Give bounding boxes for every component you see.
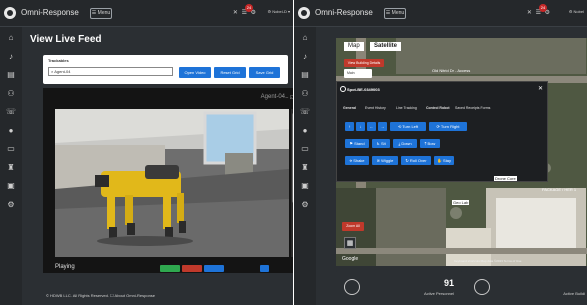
bell-icon[interactable]: ♪ — [6, 52, 16, 62]
personnel-label: Active Personnel — [423, 291, 454, 296]
lie-down-button[interactable]: ⤓ Down — [393, 139, 417, 148]
map-label-package: PACKAGE / HER 1 — [542, 187, 577, 192]
satellite-tab[interactable]: Satellite — [370, 42, 402, 51]
stand-button[interactable]: ⚑ Stand — [345, 139, 369, 148]
building-icon[interactable]: ♜ — [300, 163, 310, 173]
video-frame — [55, 109, 289, 257]
map-label-geo-lab: Geo Lab — [452, 200, 470, 205]
video-window: Agent-04 – ⊡ × Playing — [43, 88, 293, 273]
shake-button[interactable]: ⟡ Shake — [345, 156, 369, 165]
document-icon[interactable]: ▤ — [300, 70, 310, 80]
playback-status: Playing — [55, 264, 75, 270]
home-icon[interactable]: ⌂ — [6, 33, 16, 43]
user-menu[interactable]: ⚙ Nobel — [569, 9, 584, 14]
location-icon[interactable]: ● — [6, 126, 16, 136]
app-logo — [298, 7, 310, 19]
fullscreen-button[interactable] — [260, 265, 269, 272]
map-grid-icon[interactable]: ▦ — [344, 237, 356, 249]
tab-saved-receipts[interactable]: Saved Receipts Forms — [455, 106, 490, 110]
settings-icon[interactable]: ⚙ — [300, 200, 310, 210]
brand-name: Omni-Response — [21, 8, 79, 17]
map-label-street: Old Nitrid Dr - Access — [432, 68, 471, 73]
google-logo: Google — [342, 256, 359, 262]
video-window-controls[interactable]: – ⊡ × — [285, 95, 293, 101]
map-label-drone-core: Drone Core — [494, 176, 517, 181]
robot-icon — [340, 86, 346, 92]
truck-icon[interactable]: ▭ — [6, 144, 16, 154]
wiggle-button[interactable]: ≋ Wiggle — [372, 156, 398, 165]
map-attribution: Keyboard shortcuts Map data ©2023 Terms … — [454, 259, 522, 263]
dialog-title: Spot-BE-0349003 — [347, 87, 380, 92]
top-bar: Omni-Response ☰ Menu ✕ ☰ ⚙ 24 ⚙ Nobel — [294, 0, 587, 27]
tab-event-history[interactable]: Event History — [365, 106, 386, 110]
app-logo — [4, 7, 16, 19]
sit-button[interactable]: ♿ Sit — [372, 139, 390, 148]
turn-left-button[interactable]: ⟲ Turn Left — [390, 122, 426, 131]
brand-name: Omni-Response — [315, 8, 373, 17]
menu-button[interactable]: ☰ Menu — [90, 8, 112, 19]
map-tab[interactable]: Map — [344, 42, 364, 51]
stop-button[interactable] — [182, 265, 202, 272]
robot-icon[interactable]: ⚇ — [6, 89, 16, 99]
close-icon[interactable]: ✕ — [538, 85, 543, 92]
trackables-select[interactable]: × Agent-04 — [48, 67, 173, 76]
view-building-details-button[interactable]: View Building Details — [344, 59, 384, 67]
stay-button[interactable]: ✋ Stay — [434, 156, 454, 165]
person-icon — [344, 279, 360, 295]
sidebar: ⌂ ♪ ▤ ⚇ ☏ ● ▭ ♜ ▣ ⚙ — [294, 27, 316, 305]
scrollbar-thumb[interactable] — [292, 113, 293, 203]
open-video-button[interactable]: Open Video — [179, 67, 211, 78]
robot-icon[interactable]: ⚇ — [300, 89, 310, 99]
tab-general[interactable]: General — [343, 106, 356, 110]
roll-over-button[interactable]: ↻ Roll Over — [401, 156, 431, 165]
live-feed-pane: Omni-Response ☰ Menu ✕ ☰ ⚙ 24 ⚙ Nobel-D … — [0, 0, 293, 305]
tab-line-tracking[interactable]: Line Tracking — [396, 106, 417, 110]
menu-button[interactable]: ☰ Menu — [384, 8, 406, 19]
trackables-label: Trackables — [48, 58, 69, 63]
user-menu[interactable]: ⚙ Nobel-D ▾ — [268, 9, 291, 14]
clock-icon — [474, 279, 490, 295]
buildings-card: Active Buildi — [466, 270, 587, 305]
trackables-panel: Trackables × Agent-04 Open Video Reset G… — [43, 55, 288, 84]
personnel-card: 91 Active Personnel — [336, 270, 462, 305]
bow-button[interactable]: ⤒ Bow — [420, 139, 440, 148]
phone-icon[interactable]: ☏ — [300, 107, 310, 117]
personnel-count: 91 — [443, 278, 454, 288]
camera-icon[interactable]: ▣ — [6, 181, 16, 191]
settings-icon[interactable]: ⚙ — [6, 200, 16, 210]
play-button[interactable] — [160, 265, 180, 272]
notification-badge[interactable]: 24 — [539, 4, 547, 12]
up-button[interactable]: ↑ — [345, 122, 354, 131]
video-title: Agent-04 — [260, 94, 285, 100]
building-icon[interactable]: ♜ — [6, 163, 16, 173]
zoom-all-button[interactable]: Zoom All — [342, 222, 364, 231]
video-scrollbar[interactable] — [291, 109, 293, 257]
top-bar: Omni-Response ☰ Menu ✕ ☰ ⚙ 24 ⚙ Nobel-D … — [0, 0, 293, 27]
truck-icon[interactable]: ▭ — [300, 144, 310, 154]
map-pane: Omni-Response ☰ Menu ✕ ☰ ⚙ 24 ⚙ Nobel ⌂ … — [294, 0, 587, 305]
robot-control-dialog: Spot-BE-0349003 ✕ General Event History … — [336, 81, 548, 182]
building-select[interactable]: Main — [344, 69, 372, 78]
refresh-button[interactable] — [204, 265, 224, 272]
phone-icon[interactable]: ☏ — [6, 107, 16, 117]
home-icon[interactable]: ⌂ — [300, 33, 310, 43]
save-grid-button[interactable]: Save Grid — [249, 67, 280, 78]
notification-badge[interactable]: 24 — [245, 4, 253, 12]
page-title: View Live Feed — [30, 34, 102, 45]
camera-icon[interactable]: ▣ — [300, 181, 310, 191]
tab-control-robot[interactable]: Control Robot — [426, 106, 450, 110]
down-button[interactable]: ↓ — [356, 122, 365, 131]
right-button[interactable]: → — [378, 122, 387, 131]
footer: © HDWB LLC. All Rights Reserved. ☐ About… — [46, 293, 156, 298]
document-icon[interactable]: ▤ — [6, 70, 16, 80]
sidebar: ⌂ ♪ ▤ ⚇ ☏ ● ▭ ♜ ▣ ⚙ — [0, 27, 22, 305]
bell-icon[interactable]: ♪ — [300, 52, 310, 62]
buildings-label: Active Buildi — [563, 291, 585, 296]
location-icon[interactable]: ● — [300, 126, 310, 136]
turn-right-button[interactable]: ⟳ Turn Right — [429, 122, 467, 131]
left-button[interactable]: ← — [367, 122, 376, 131]
reset-grid-button[interactable]: Reset Grid — [214, 67, 246, 78]
